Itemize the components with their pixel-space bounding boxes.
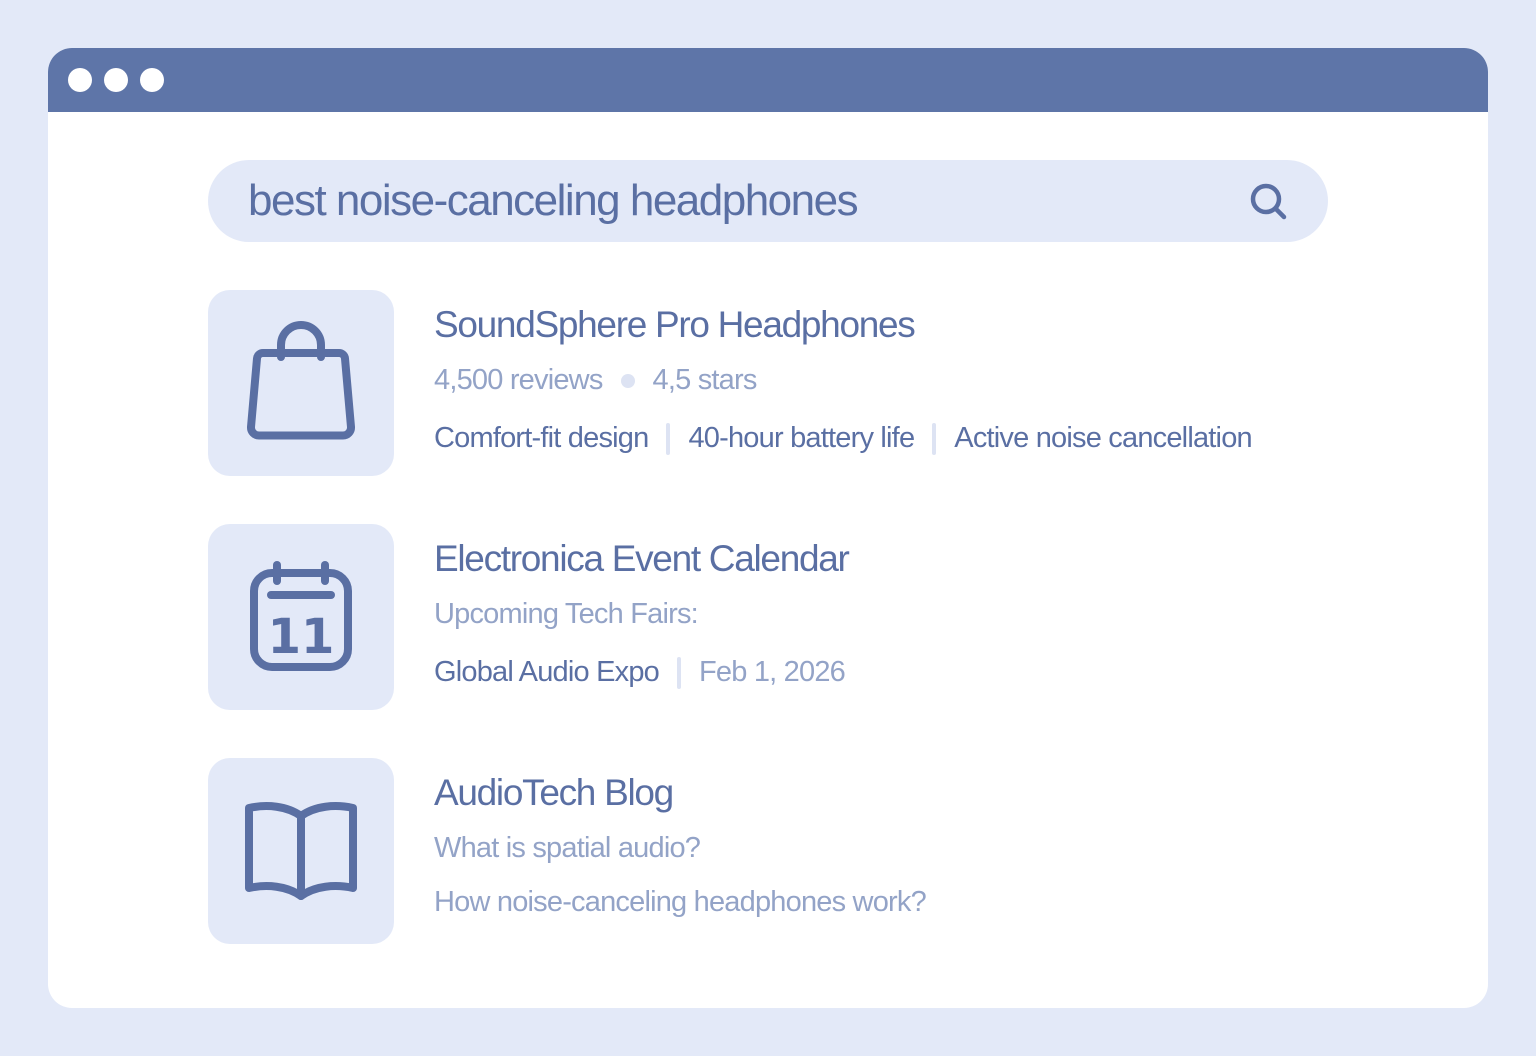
result-title[interactable]: AudioTech Blog bbox=[434, 772, 674, 814]
event-line: Global Audio Expo Feb 1, 2026 bbox=[434, 656, 846, 689]
search-icon[interactable] bbox=[1248, 181, 1288, 221]
article-link[interactable]: How noise-canceling headphones work? bbox=[434, 886, 927, 919]
feature-list: Comfort-fit design 40-hour battery life … bbox=[434, 422, 1253, 455]
event-name-link[interactable]: Global Audio Expo bbox=[434, 656, 660, 689]
calendar-icon: 11 bbox=[249, 561, 353, 673]
event-date: Feb 1, 2026 bbox=[699, 656, 846, 688]
shopping-bag-icon bbox=[243, 321, 359, 445]
article-link[interactable]: What is spatial audio? bbox=[434, 832, 701, 865]
result-title[interactable]: Electronica Event Calendar bbox=[434, 538, 850, 580]
browser-window: SoundSphere Pro Headphones 4,500 reviews… bbox=[48, 48, 1488, 1008]
window-titlebar bbox=[48, 48, 1488, 112]
calendar-day-number: 11 bbox=[268, 609, 335, 665]
separator-bar bbox=[932, 422, 937, 455]
result-item-calendar[interactable]: 11 Electronica Event Calendar Upcoming T… bbox=[208, 524, 1328, 710]
result-icon-tile bbox=[208, 758, 394, 944]
result-item-blog[interactable]: AudioTech Blog What is spatial audio? Ho… bbox=[208, 758, 1328, 944]
open-book-icon bbox=[243, 798, 359, 904]
window-dot-2[interactable] bbox=[104, 68, 128, 92]
result-icon-tile: 11 bbox=[208, 524, 394, 710]
result-icon-tile bbox=[208, 290, 394, 476]
result-subtitle: Upcoming Tech Fairs: bbox=[434, 598, 699, 631]
result-meta: 4,500 reviews 4,5 stars bbox=[434, 364, 757, 397]
search-bar bbox=[208, 160, 1328, 242]
separator-bar bbox=[666, 422, 671, 455]
article-item: What is spatial audio? bbox=[434, 832, 701, 865]
star-rating: 4,5 stars bbox=[652, 364, 758, 396]
separator-dot bbox=[620, 373, 635, 388]
feature-item: Active noise cancellation bbox=[954, 422, 1252, 454]
result-title[interactable]: SoundSphere Pro Headphones bbox=[434, 304, 916, 346]
feature-item: Comfort-fit design bbox=[434, 422, 649, 454]
window-dot-1[interactable] bbox=[68, 68, 92, 92]
article-item: How noise-canceling headphones work? bbox=[434, 886, 927, 919]
separator-bar bbox=[677, 656, 682, 689]
review-count: 4,500 reviews bbox=[434, 364, 603, 396]
subtitle-text: Upcoming Tech Fairs: bbox=[434, 598, 699, 630]
window-dot-3[interactable] bbox=[140, 68, 164, 92]
result-item-product[interactable]: SoundSphere Pro Headphones 4,500 reviews… bbox=[208, 290, 1328, 476]
search-input[interactable] bbox=[248, 176, 1248, 226]
feature-item: 40-hour battery life bbox=[688, 422, 915, 454]
